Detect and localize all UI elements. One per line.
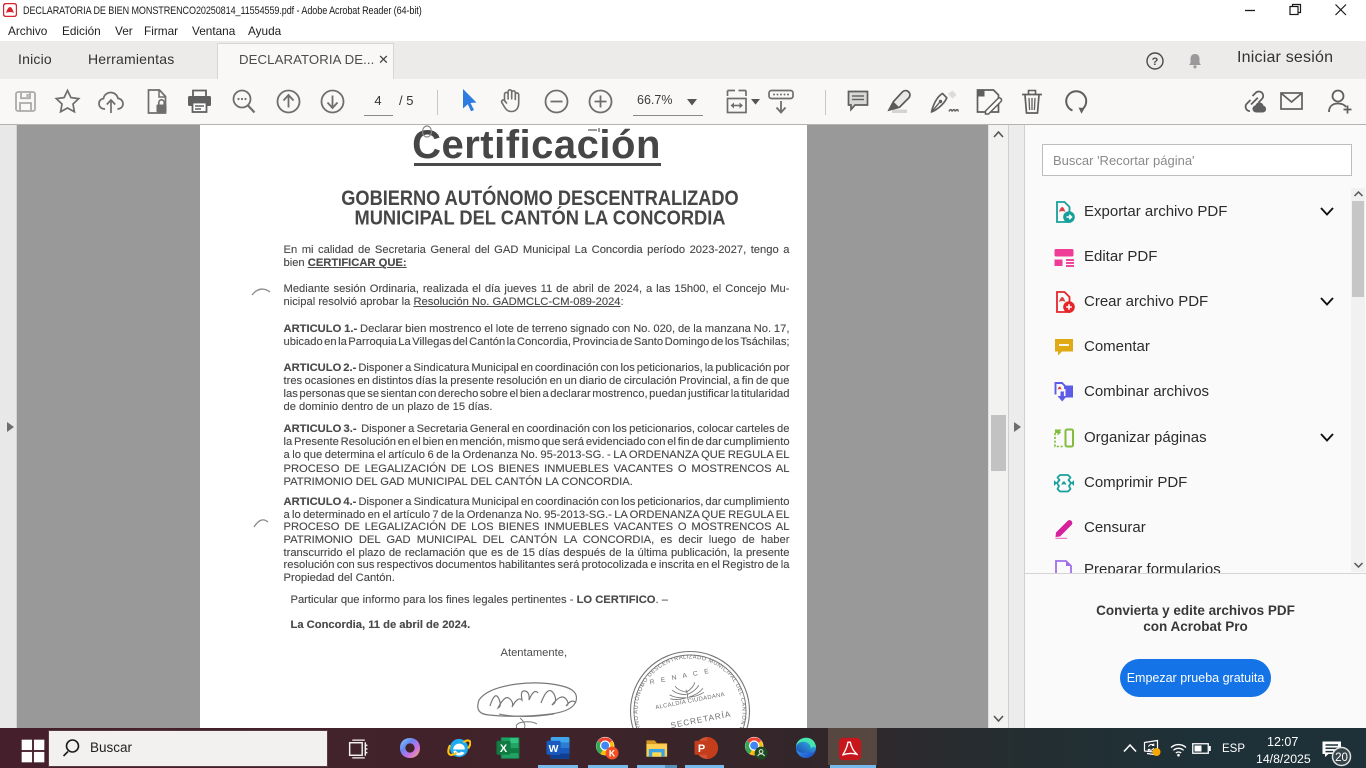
svg-text:W: W: [549, 744, 559, 755]
svg-text:RNO AUTÓNOMO DESCENTRALIZADO M: RNO AUTÓNOMO DESCENTRALIZADO MUNICIPAL D…: [200, 125, 747, 728]
svg-text:?: ?: [1152, 56, 1159, 68]
svg-text:X: X: [500, 743, 508, 755]
svg-text:20: 20: [1335, 752, 1348, 764]
svg-text:ALCALDÍA CIUDADANA: ALCALDÍA CIUDADANA: [655, 691, 726, 711]
svg-text:K: K: [609, 749, 616, 759]
svg-text:P: P: [698, 743, 705, 755]
svg-text:SECRETARÍA: SECRETARÍA: [670, 709, 732, 728]
